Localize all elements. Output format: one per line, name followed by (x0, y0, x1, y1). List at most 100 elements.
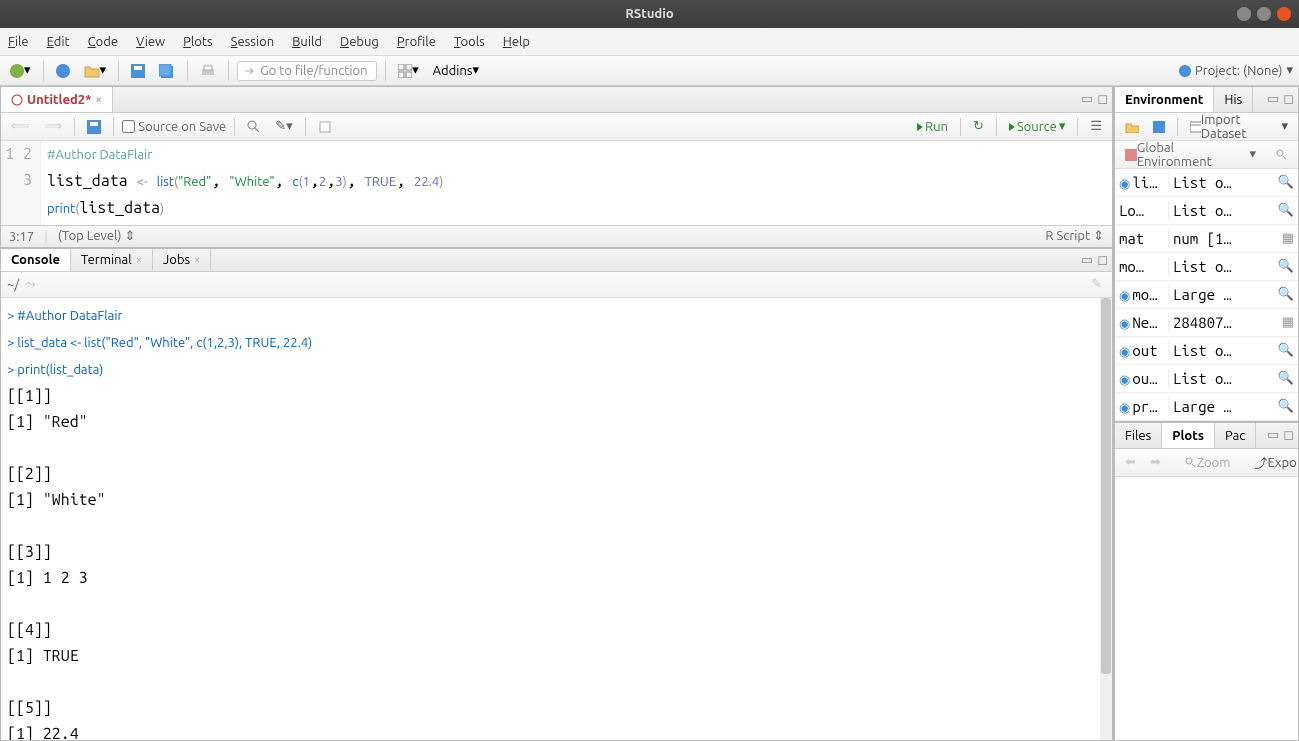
menu-file[interactable]: File (8, 35, 29, 49)
separator (118, 61, 119, 81)
maximize-pane-button[interactable]: ◻ (1097, 92, 1108, 107)
env-row[interactable]: Lo…List o…🔍 (1115, 197, 1298, 225)
compile-button[interactable] (314, 118, 336, 136)
env-row[interactable]: ◉Ne…284807…▦ (1115, 309, 1298, 337)
plot-prev-button[interactable]: ⬅ (1121, 453, 1140, 472)
menu-code[interactable]: Code (88, 35, 118, 49)
editor-tab-untitled2[interactable]: Untitled2* × (1, 87, 113, 112)
env-row[interactable]: ◉outList o…🔍 (1115, 337, 1298, 365)
load-workspace-button[interactable] (1121, 119, 1143, 135)
environment-pane: EnvironmentHis ▭ ◻ Import Dataset ▾ Glob… (1114, 86, 1299, 422)
console-scrollbar[interactable] (1100, 298, 1112, 740)
console-output[interactable]: > #Author DataFlair > list_data <- list(… (1, 298, 1112, 740)
main-toolbar: ▾ ▾ Go to file/function ▾ Addins ▾ Proje… (0, 56, 1299, 86)
goto-placeholder: Go to file/function (260, 64, 367, 78)
cursor-position: 3:17 (9, 230, 34, 244)
separator (187, 61, 188, 81)
forward-button[interactable]: ⟹ (40, 117, 67, 136)
maximize-pane-button[interactable]: ◻ (1097, 253, 1108, 268)
tab-jobs[interactable]: Jobs× (153, 249, 211, 271)
tab-environment[interactable]: Environment (1115, 87, 1214, 112)
open-file-button[interactable]: ▾ (80, 61, 111, 80)
env-row[interactable]: ◉pr…Large …🔍 (1115, 393, 1298, 421)
outline-button[interactable]: ☰ (1086, 117, 1106, 136)
minimize-pane-button[interactable]: ▭ (1081, 253, 1093, 268)
print-button[interactable] (196, 62, 220, 80)
env-search-button[interactable] (1272, 147, 1292, 163)
source-editor-pane: Untitled2* × ▭ ◻ ⟸ ⟹ Source on Save ✎▾ (0, 86, 1113, 248)
grid-button[interactable]: ▾ (394, 61, 423, 80)
window-title-bar: RStudio (0, 0, 1299, 28)
minimize-pane-button[interactable]: ▭ (1081, 92, 1093, 107)
tab-files[interactable]: Files (1115, 423, 1162, 448)
console-path: ~/ (7, 278, 19, 292)
menu-bar: File Edit Code View Plots Session Build Debug Pr… (0, 28, 1299, 56)
menu-plots[interactable]: Plots (183, 35, 213, 49)
window-maximize-button[interactable] (1257, 7, 1271, 21)
clear-console-button[interactable]: ✎ (1087, 275, 1106, 294)
save-button[interactable] (127, 62, 149, 80)
save-all-button[interactable] (155, 62, 179, 80)
rscript-icon (11, 94, 23, 106)
source-button[interactable]: Source ▾ (1005, 117, 1069, 136)
tab-his[interactable]: His (1214, 87, 1253, 112)
run-button[interactable]: Run (913, 118, 952, 136)
rerun-button[interactable]: ↻ (969, 117, 988, 136)
wand-button[interactable]: ✎▾ (271, 117, 296, 136)
back-button[interactable]: ⟸ (7, 117, 34, 136)
plots-pane: FilesPlotsPac ▭ ◻ ⬅ ➡ Zoom ⤴ Expo (1114, 422, 1299, 741)
tab-console[interactable]: Console (1, 249, 71, 271)
plot-canvas (1115, 477, 1298, 740)
env-row[interactable]: ◉mo…Large …🔍 (1115, 281, 1298, 309)
menu-edit[interactable]: Edit (47, 35, 70, 49)
menu-session[interactable]: Session (231, 35, 274, 49)
save-file-button[interactable] (83, 118, 105, 136)
scope-selector[interactable]: (Top Level) ⇕ (58, 229, 136, 244)
console-pane: ConsoleTerminal×Jobs× ▭ ◻ ~/ ⤳ ✎ > #Auth… (0, 248, 1113, 741)
minimize-pane-button[interactable]: ▭ (1267, 428, 1279, 443)
editor-status-bar: 3:17 | (Top Level) ⇕ R Script ⇕ (1, 225, 1112, 247)
tab-plots[interactable]: Plots (1162, 423, 1215, 448)
project-menu[interactable]: Project: (None) ▾ (1179, 63, 1293, 78)
find-button[interactable] (243, 118, 265, 136)
tab-pac[interactable]: Pac (1215, 423, 1256, 448)
window-minimize-button[interactable] (1237, 7, 1251, 21)
import-dataset-button[interactable]: Import Dataset ▾ (1186, 111, 1292, 143)
console-path-arrow-icon: ⤳ (25, 277, 35, 292)
zoom-button[interactable]: Zoom (1181, 454, 1235, 472)
env-row[interactable]: mo…List o…🔍 (1115, 253, 1298, 281)
window-close-button[interactable] (1277, 7, 1291, 21)
minimize-pane-button[interactable]: ▭ (1267, 92, 1279, 107)
separator (228, 61, 229, 81)
env-scope-selector[interactable]: Global Environment ▾ (1121, 139, 1260, 171)
menu-build[interactable]: Build (292, 35, 322, 49)
editor-tab-label: Untitled2* (27, 93, 92, 107)
addins-button[interactable]: Addins ▾ (429, 61, 483, 80)
close-tab-button[interactable]: × (96, 94, 102, 106)
project-label: Project: (None) (1195, 64, 1282, 78)
save-workspace-button[interactable] (1149, 119, 1169, 135)
export-button[interactable]: ⤴ Expo (1250, 451, 1299, 474)
window-title: RStudio (625, 7, 673, 21)
source-on-save-checkbox[interactable]: Source on Save (122, 120, 226, 134)
env-row[interactable]: ◉ou…List o…🔍 (1115, 365, 1298, 393)
goto-file-function-input[interactable]: Go to file/function (237, 61, 377, 81)
menu-debug[interactable]: Debug (340, 35, 379, 49)
env-row[interactable]: ◉li…List o…🔍 (1115, 169, 1298, 197)
maximize-pane-button[interactable]: ◻ (1283, 428, 1294, 443)
filetype-selector[interactable]: R Script ⇕ (1045, 229, 1104, 244)
tab-terminal[interactable]: Terminal× (71, 249, 153, 271)
menu-profile[interactable]: Profile (397, 35, 436, 49)
plot-next-button[interactable]: ➡ (1146, 453, 1165, 472)
new-project-button[interactable] (52, 62, 74, 80)
code-editor[interactable]: 1 2 3 #Author DataFlair list_data <- lis… (1, 141, 1112, 225)
menu-help[interactable]: Help (503, 35, 530, 49)
separator (43, 61, 44, 81)
menu-view[interactable]: View (136, 35, 165, 49)
project-icon (1179, 65, 1191, 77)
new-file-button[interactable]: ▾ (6, 61, 35, 80)
env-row[interactable]: matnum [1…▦ (1115, 225, 1298, 253)
line-gutter: 1 2 3 (1, 141, 41, 225)
maximize-pane-button[interactable]: ◻ (1283, 92, 1294, 107)
menu-tools[interactable]: Tools (454, 35, 485, 49)
